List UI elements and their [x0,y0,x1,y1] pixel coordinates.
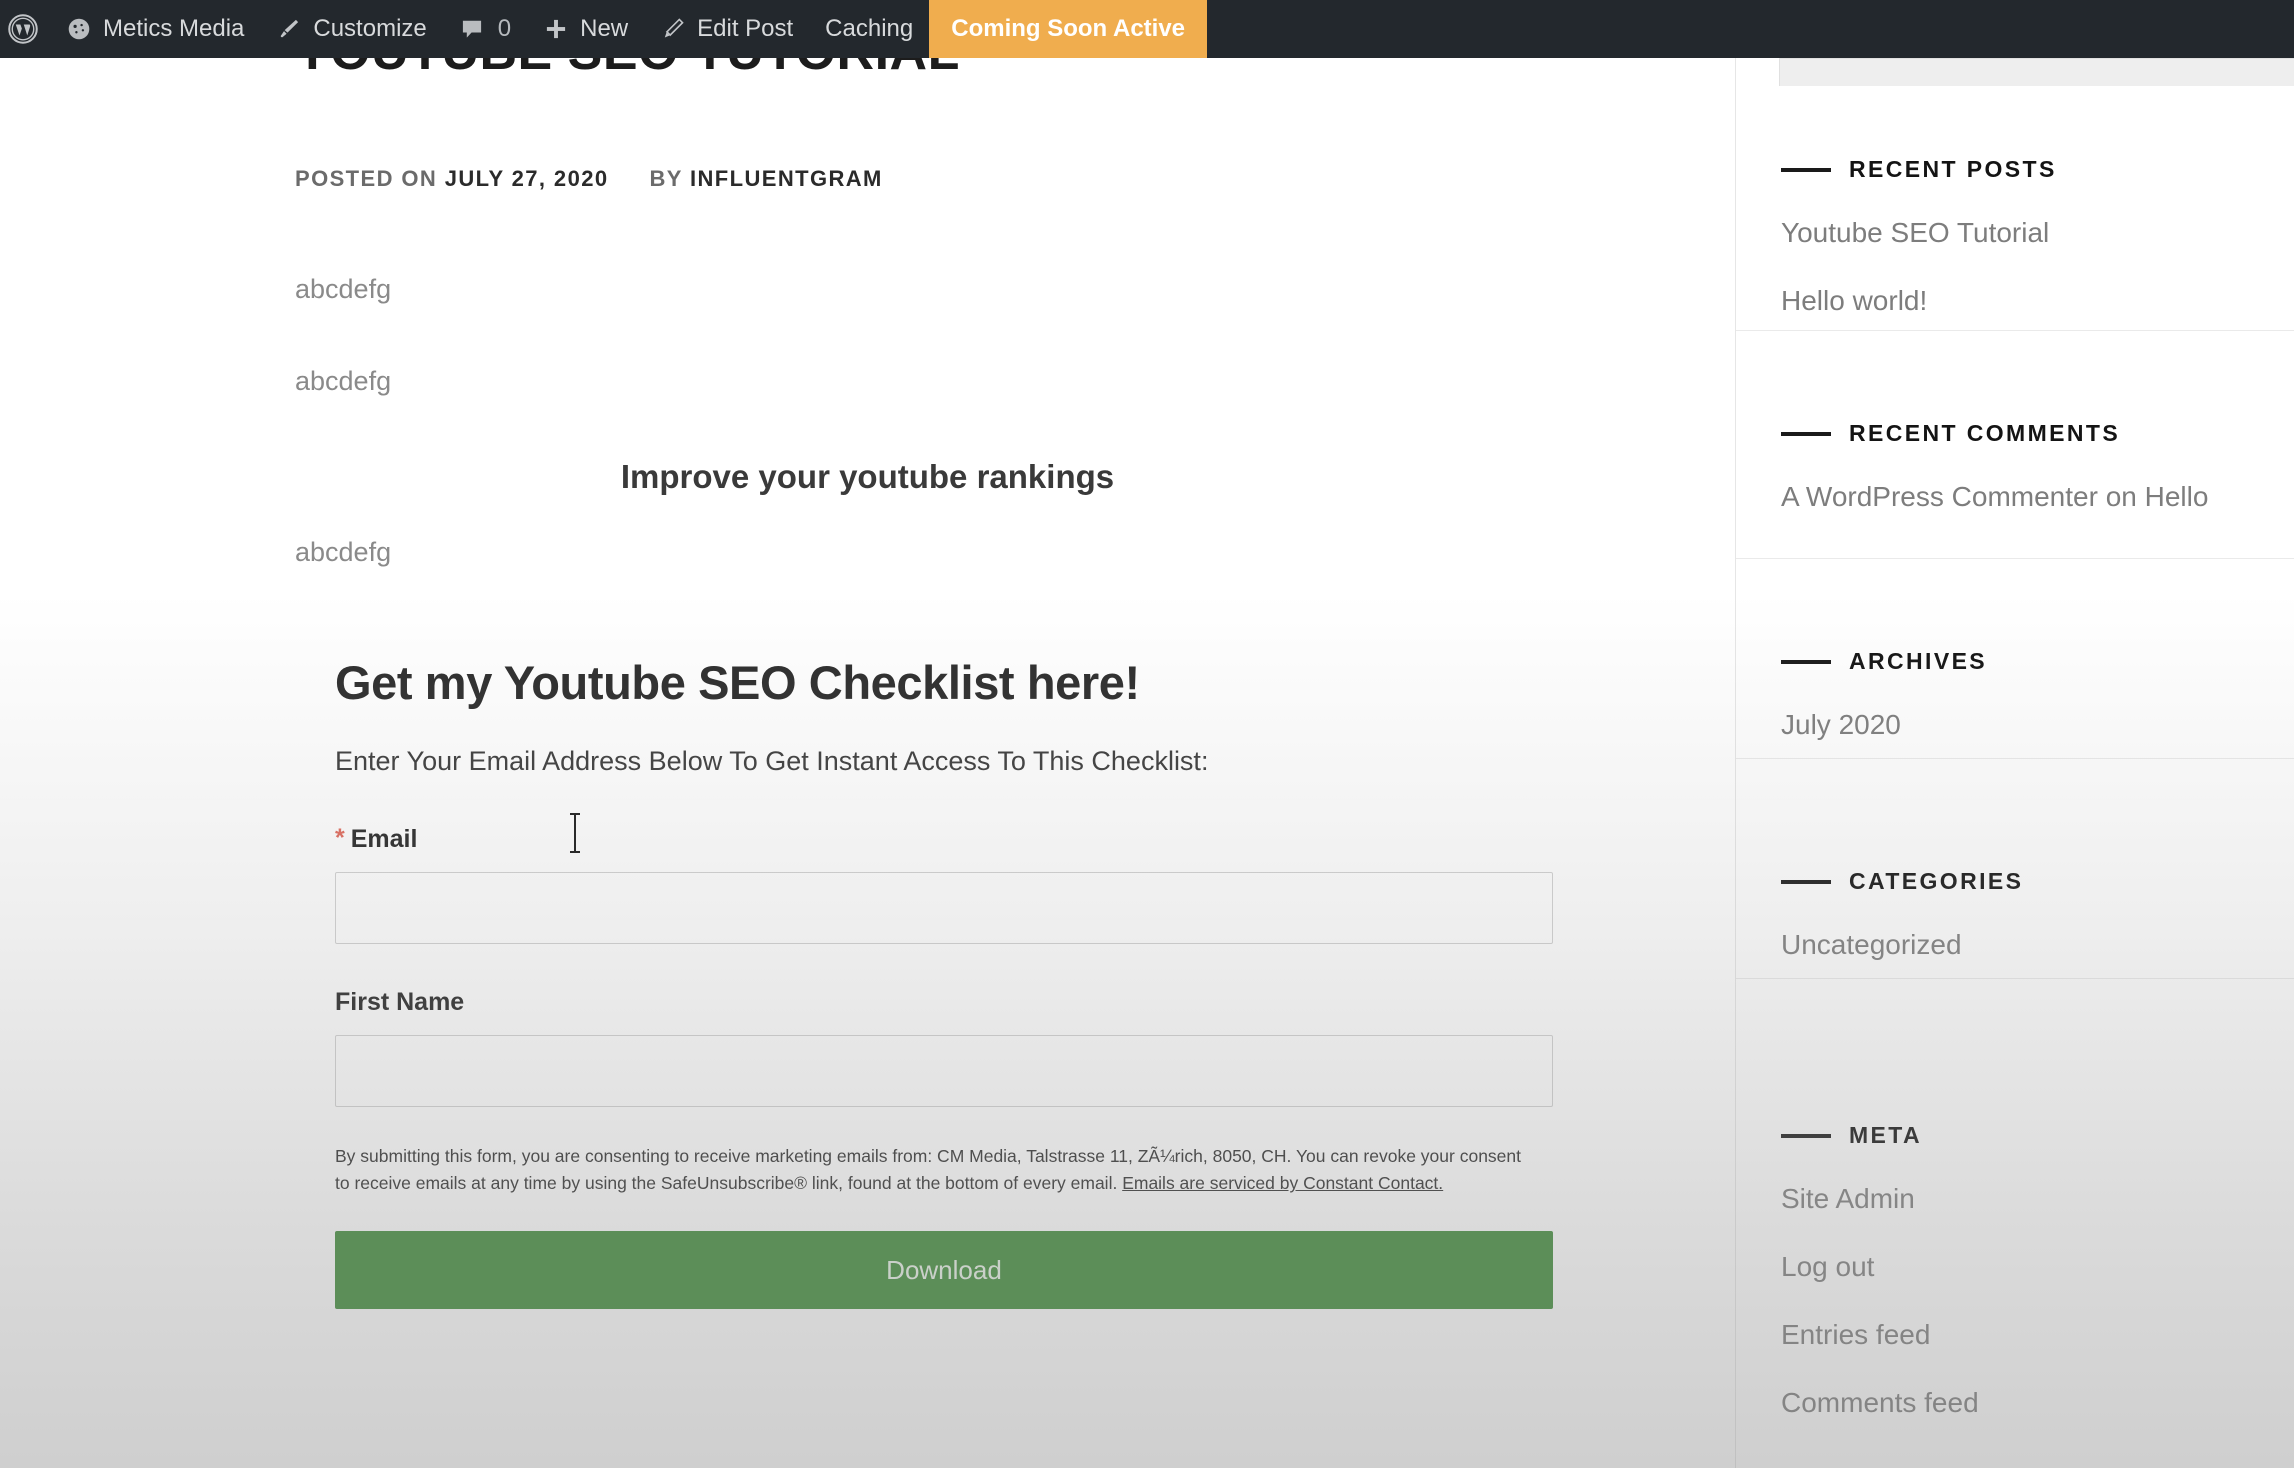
categories-list: Uncategorized [1736,929,2294,961]
adminbar-caching[interactable]: Caching [809,0,929,58]
list-item[interactable]: Log out [1781,1251,2294,1283]
adminbar-coming-soon-badge[interactable]: Coming Soon Active [929,0,1208,58]
list-item[interactable]: A WordPress Commenter on Hello [1781,481,2294,513]
adminbar-comment-count: 0 [497,15,512,42]
widget-title-text: Recent Posts [1849,156,2057,182]
email-field-label: * Email [335,824,1553,854]
adminbar-customize-label: Customize [313,15,427,42]
adminbar-customize[interactable]: Customize [260,0,442,58]
dashboard-icon [66,16,92,42]
download-button[interactable]: Download [335,1231,1553,1310]
list-item[interactable]: Site Admin [1781,1183,2294,1215]
form-subheading: Enter Your Email Address Below To Get In… [335,746,1209,777]
adminbar-site-name-label: Metics Media [103,15,245,42]
adminbar-new-label: New [580,15,629,42]
widget-separator [1736,978,2294,979]
pencil-icon [660,16,686,42]
widget-title-meta: Meta [1736,1122,2294,1149]
posted-on-prefix: POSTED ON [295,166,438,191]
plus-icon [543,16,569,42]
widget-title-archives: Archives [1736,648,2294,675]
widget-title-text: Archives [1849,648,1988,674]
sidebar: Recent Posts Youtube SEO Tutorial Hello … [1736,58,2294,1468]
post-author[interactable]: INFLUENTGRAM [690,166,883,191]
list-item[interactable]: July 2020 [1781,709,2294,741]
content-sidebar-divider [1735,58,1736,1468]
page-root: Metics Media Customize 0 New Edit Post C… [0,0,2294,1468]
first-name-input[interactable] [335,1035,1553,1108]
post-meta: POSTED ON JULY 27, 2020 BY INFLUENTGRAM [295,166,883,192]
optin-form: Get my Youtube SEO Checklist here! Enter… [335,656,1553,1310]
post-date[interactable]: JULY 27, 2020 [445,166,609,191]
sidebar-search-input[interactable] [1779,58,2294,86]
recent-posts-list: Youtube SEO Tutorial Hello world! [1736,217,2294,317]
widget-categories: Categories Uncategorized [1736,868,2294,961]
list-item[interactable]: Hello world! [1781,285,2294,317]
adminbar-edit-post[interactable]: Edit Post [644,0,809,58]
form-heading: Get my Youtube SEO Checklist here! [335,656,1140,709]
comment-bubble-icon [459,16,485,42]
adminbar-site-name[interactable]: Metics Media [50,0,260,58]
by-prefix: BY [649,166,683,191]
adminbar-wordpress-logo[interactable] [0,0,50,58]
improve-rankings-heading: Improve your youtube rankings [620,458,1115,495]
widget-title-text: Recent Comments [1849,420,2121,446]
widget-title-recent-comments: Recent Comments [1736,420,2294,447]
widget-recent-comments: Recent Comments A WordPress Commenter on… [1736,420,2294,513]
archives-list: July 2020 [1736,709,2294,741]
body-paragraph: abcdefg [295,537,392,567]
widget-dash-icon [1781,1133,1831,1138]
widget-separator [1736,758,2294,759]
list-item[interactable]: Youtube SEO Tutorial [1781,217,2294,249]
widget-archives: Archives July 2020 [1736,648,2294,741]
recent-comments-list: A WordPress Commenter on Hello [1736,481,2294,513]
adminbar-coming-soon-label: Coming Soon Active [951,15,1186,42]
widget-dash-icon [1781,879,1831,884]
list-item[interactable]: Uncategorized [1781,929,2294,961]
widget-title-categories: Categories [1736,868,2294,895]
adminbar-new-content[interactable]: New [527,0,644,58]
body-paragraph: abcdefg [295,274,392,304]
email-field-group: * Email [335,824,1553,945]
widget-separator [1736,558,2294,559]
constant-contact-link[interactable]: Emails are serviced by Constant Contact. [1122,1173,1443,1193]
widget-meta: Meta Site Admin Log out Entries feed Com… [1736,1122,2294,1419]
widget-separator [1736,330,2294,331]
widget-title-text: Meta [1849,1122,1923,1148]
list-item[interactable]: Comments feed [1781,1387,2294,1419]
wp-admin-bar: Metics Media Customize 0 New Edit Post C… [0,0,2294,58]
wordpress-logo-icon [8,14,38,44]
adminbar-comments[interactable]: 0 [443,0,527,58]
adminbar-caching-label: Caching [825,15,914,42]
first-name-field-group: First Name [335,988,1553,1108]
first-name-field-label: First Name [335,988,465,1017]
paintbrush-icon [276,16,302,42]
widget-recent-posts: Recent Posts Youtube SEO Tutorial Hello … [1736,156,2294,317]
email-label-text: Email [350,825,418,854]
widget-dash-icon [1781,659,1831,664]
email-input[interactable] [335,872,1553,945]
required-asterisk-icon: * [335,824,345,853]
consent-disclaimer: By submitting this form, you are consent… [335,1143,1535,1197]
list-item[interactable]: Entries feed [1781,1319,2294,1351]
body-paragraph: abcdefg [295,366,392,396]
post-article: Youtube SEO Tutorial POSTED ON JULY 27, … [0,23,1735,1468]
widget-dash-icon [1781,167,1831,172]
meta-list: Site Admin Log out Entries feed Comments… [1736,1183,2294,1419]
widget-title-text: Categories [1849,868,2024,894]
adminbar-edit-post-label: Edit Post [697,15,794,42]
widget-title-recent-posts: Recent Posts [1736,156,2294,183]
widget-dash-icon [1781,431,1831,436]
